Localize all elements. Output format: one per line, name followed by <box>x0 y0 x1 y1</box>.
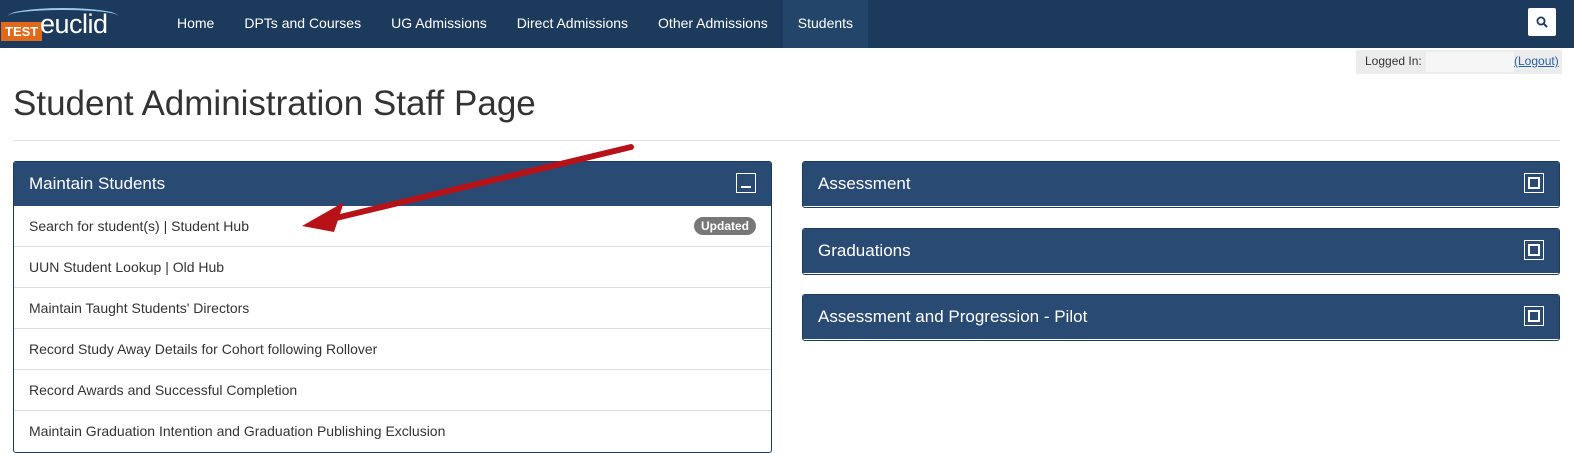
expand-icon[interactable] <box>1524 240 1544 260</box>
item-label: Search for student(s) | Student Hub <box>29 218 249 234</box>
main-nav: Home DPTs and Courses UG Admissions Dire… <box>162 0 869 48</box>
maintain-students-panel: Maintain Students Search for student(s) … <box>13 161 772 453</box>
updated-badge: Updated <box>694 217 756 235</box>
search-button[interactable] <box>1528 8 1556 36</box>
top-navbar: TEST euclid Home DPTs and Courses UG Adm… <box>0 0 1574 48</box>
list-item[interactable]: Record Study Away Details for Cohort fol… <box>14 328 771 369</box>
logged-in-label: Logged In: <box>1365 54 1422 68</box>
logo-euclid-text: euclid <box>40 9 108 39</box>
euclid-logo[interactable]: TEST euclid <box>0 6 130 42</box>
collapse-icon[interactable] <box>736 173 756 193</box>
username-redacted <box>1426 52 1514 72</box>
logout-link[interactable]: (Logout) <box>1514 54 1559 68</box>
item-label: UUN Student Lookup | Old Hub <box>29 259 225 275</box>
expand-icon[interactable] <box>1524 173 1544 193</box>
assessment-progression-header[interactable]: Assessment and Progression - Pilot <box>803 295 1559 339</box>
nav-direct-admissions[interactable]: Direct Admissions <box>502 0 643 48</box>
assessment-progression-panel: Assessment and Progression - Pilot <box>802 294 1560 341</box>
nav-students[interactable]: Students <box>782 0 869 48</box>
graduations-title: Graduations <box>818 241 911 260</box>
search-icon <box>1536 16 1548 28</box>
assessment-progression-title: Assessment and Progression - Pilot <box>818 307 1088 326</box>
list-item[interactable]: Search for student(s) | Student Hub Upda… <box>14 206 771 246</box>
assessment-header[interactable]: Assessment <box>803 162 1559 206</box>
list-item[interactable]: Maintain Graduation Intention and Gradua… <box>14 410 771 451</box>
list-item[interactable]: UUN Student Lookup | Old Hub <box>14 246 771 287</box>
nav-dpts-and-courses[interactable]: DPTs and Courses <box>229 0 376 48</box>
item-label: Record Awards and Successful Completion <box>29 382 298 398</box>
nav-ug-admissions[interactable]: UG Admissions <box>376 0 502 48</box>
list-item[interactable]: Maintain Taught Students' Directors <box>14 287 771 328</box>
page-title: Student Administration Staff Page <box>13 84 536 123</box>
maintain-students-header[interactable]: Maintain Students <box>14 162 771 206</box>
expand-icon[interactable] <box>1524 306 1544 326</box>
list-item[interactable]: Record Awards and Successful Completion <box>14 369 771 410</box>
title-divider <box>13 140 1560 141</box>
nav-other-admissions[interactable]: Other Admissions <box>643 0 783 48</box>
assessment-panel: Assessment <box>802 161 1560 208</box>
item-label: Maintain Taught Students' Directors <box>29 300 250 316</box>
assessment-title: Assessment <box>818 174 911 193</box>
maintain-students-title: Maintain Students <box>29 174 166 193</box>
maintain-students-list: Search for student(s) | Student Hub Upda… <box>14 206 771 451</box>
item-label: Record Study Away Details for Cohort fol… <box>29 341 378 357</box>
login-status: Logged In: (Logout) <box>1356 50 1562 74</box>
graduations-header[interactable]: Graduations <box>803 229 1559 273</box>
graduations-panel: Graduations <box>802 228 1560 275</box>
logo-test-label: TEST <box>1 22 43 41</box>
item-label: Maintain Graduation Intention and Gradua… <box>29 423 446 439</box>
nav-home[interactable]: Home <box>162 0 229 48</box>
